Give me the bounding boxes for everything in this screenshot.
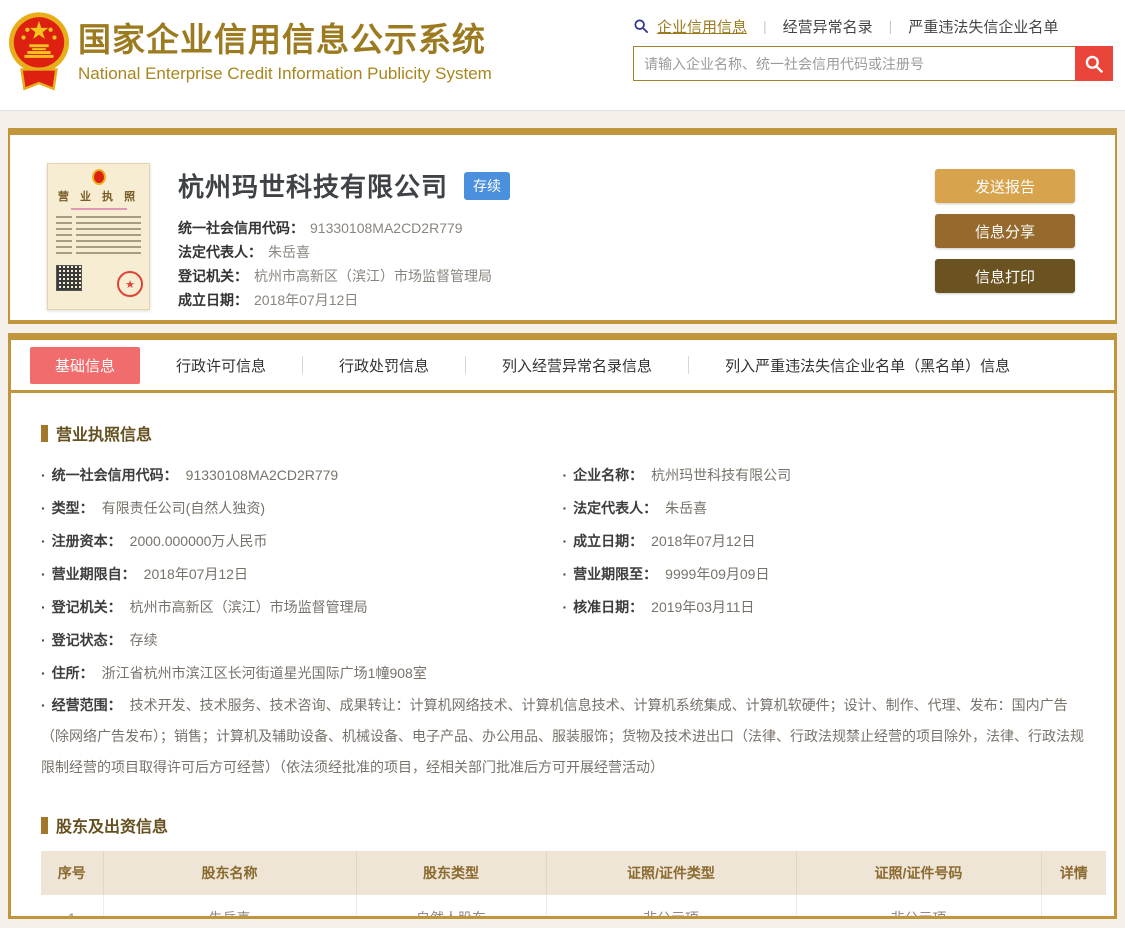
table-row: 1 朱岳喜 自然人股东 非公示项 非公示项 — [41, 895, 1106, 916]
print-info-button[interactable]: 信息打印 — [935, 259, 1075, 293]
company-info-block: 杭州玛世科技有限公司 存续 统一社会信用代码： 91330108MA2CD2R77… — [178, 163, 935, 320]
col-cert-type: 证照/证件类型 — [546, 851, 797, 895]
license-text-line — [56, 222, 141, 224]
header-right: 企业信用信息 | 经营异常名录 | 严重违法失信企业名单 — [633, 9, 1113, 110]
col-seq: 序号 — [41, 851, 104, 895]
tab-administrative-license[interactable]: 行政许可信息 — [140, 355, 302, 376]
col-shareholder-type: 股东类型 — [356, 851, 547, 895]
section-marker — [41, 816, 48, 834]
license-text-line — [56, 234, 141, 236]
shareholder-section: 股东及出资信息 序号 股东名称 股东类型 证照/证件类型 证照/证件号码 详情 — [41, 813, 1106, 916]
field-term-to: 营业期限至：9999年09月09日 — [563, 558, 1085, 591]
cell-seq: 1 — [41, 895, 104, 916]
site-title-block: 国家企业信用信息公示系统 National Enterprise Credit … — [78, 9, 492, 110]
company-name: 杭州玛世科技有限公司 — [178, 172, 449, 202]
license-info-section-header: 营业执照信息 — [41, 421, 1084, 445]
send-report-button[interactable]: 发送报告 — [935, 169, 1075, 203]
license-qr-code — [56, 265, 82, 291]
site-title: 国家企业信用信息公示系统 — [78, 21, 486, 58]
nav-enterprise-credit-info[interactable]: 企业信用信息 — [657, 16, 747, 37]
detail-card: 基础信息 行政许可信息 行政处罚信息 列入经营异常名录信息 列入严重违法失信企业… — [8, 333, 1117, 919]
nav-abnormal-operations-list[interactable]: 经营异常名录 — [783, 16, 873, 37]
col-cert-number: 证照/证件号码 — [796, 851, 1042, 895]
table-header-row: 序号 股东名称 股东类型 证照/证件类型 证照/证件号码 详情 — [41, 851, 1106, 895]
field-legal-rep: 法定代表人：朱岳喜 — [563, 492, 1085, 525]
summary-field-registration-authority: 登记机关： 杭州市高新区（滨江）市场监督管理局 — [178, 268, 492, 284]
summary-field-legal-rep: 法定代表人： 朱岳喜 — [178, 244, 310, 260]
share-info-button[interactable]: 信息分享 — [935, 214, 1075, 248]
company-summary-card: 营 业 执 照 ★ 杭州玛世科技有限公司 存续 统一社会信用代码： 9133010… — [8, 128, 1117, 324]
field-registration-status: 登记状态：存续 — [41, 624, 563, 657]
summary-field-credit-code: 统一社会信用代码： 91330108MA2CD2R779 — [178, 220, 463, 236]
site-subtitle: National Enterprise Credit Information P… — [78, 64, 492, 83]
nav-separator: | — [763, 18, 767, 34]
cell-cert-type: 非公示项 — [546, 895, 797, 916]
license-thumb-title: 营 业 执 照 — [57, 191, 140, 203]
summary-field-establish-date: 成立日期： 2018年07月12日 — [178, 292, 359, 308]
tab-administrative-penalty[interactable]: 行政处罚信息 — [303, 355, 465, 376]
cell-cert-number: 非公示项 — [796, 895, 1042, 916]
status-badge: 存续 — [464, 171, 511, 200]
fields-left-column: 统一社会信用代码：91330108MA2CD2R779 类型：有限责任公司(自然… — [41, 459, 563, 657]
site-header: 国家企业信用信息公示系统 National Enterprise Credit … — [0, 0, 1125, 111]
cell-shareholder-name: 朱岳喜 — [103, 895, 357, 916]
tab-bar: 基础信息 行政许可信息 行政处罚信息 列入经营异常名录信息 列入严重违法失信企业… — [11, 340, 1114, 393]
cell-detail — [1041, 895, 1106, 916]
col-shareholder-name: 股东名称 — [103, 851, 357, 895]
license-text-line — [56, 228, 141, 230]
cell-shareholder-type: 自然人股东 — [356, 895, 547, 916]
shareholder-table: 序号 股东名称 股东类型 证照/证件类型 证照/证件号码 详情 1 朱岳喜 自然… — [41, 851, 1106, 916]
basic-info-content: 营业执照信息 统一社会信用代码：91330108MA2CD2R779 类型：有限… — [11, 393, 1114, 916]
search-button[interactable] — [1075, 46, 1113, 81]
field-establish-date: 成立日期：2018年07月12日 — [563, 525, 1085, 558]
tab-blacklist[interactable]: 列入严重违法失信企业名单（黑名单）信息 — [689, 355, 1046, 376]
section-marker — [41, 424, 48, 442]
license-text-line — [56, 246, 141, 248]
col-detail: 详情 — [1041, 851, 1106, 895]
search-input[interactable] — [633, 46, 1075, 81]
fields-right-column: 企业名称：杭州玛世科技有限公司 法定代表人：朱岳喜 成立日期：2018年07月1… — [563, 459, 1085, 657]
business-license-thumbnail[interactable]: 营 业 执 照 ★ — [47, 163, 150, 310]
field-company-type: 类型：有限责任公司(自然人独资) — [41, 492, 563, 525]
license-subline — [70, 208, 127, 210]
search-icon — [1085, 55, 1104, 73]
field-registered-capital: 注册资本：2000.000000万人民币 — [41, 525, 563, 558]
field-company-name: 企业名称：杭州玛世科技有限公司 — [563, 459, 1085, 492]
tab-basic-info[interactable]: 基础信息 — [30, 346, 141, 384]
shareholder-section-header: 股东及出资信息 — [41, 813, 1084, 837]
license-info-fields: 统一社会信用代码：91330108MA2CD2R779 类型：有限责任公司(自然… — [41, 459, 1084, 657]
field-business-scope: 经营范围：技术开发、技术服务、技术咨询、成果转让：计算机网络技术、计算机信息技术… — [41, 690, 1084, 783]
section-title: 营业执照信息 — [56, 427, 153, 444]
search-bar — [633, 46, 1113, 81]
license-text-line — [56, 252, 141, 254]
nav-serious-violation-list[interactable]: 严重违法失信企业名单 — [908, 16, 1058, 37]
national-emblem-logo — [8, 12, 70, 91]
field-term-from: 营业期限自：2018年07月12日 — [41, 558, 563, 591]
field-credit-code: 统一社会信用代码：91330108MA2CD2R779 — [41, 459, 563, 492]
action-buttons: 发送报告 信息分享 信息打印 — [935, 163, 1075, 320]
license-text-line — [56, 216, 141, 218]
top-nav: 企业信用信息 | 经营异常名录 | 严重违法失信企业名单 — [633, 14, 1113, 38]
field-address: 住所：浙江省杭州市滨江区长河街道星光国际广场1幢908室 — [41, 657, 1084, 690]
field-approval-date: 核准日期：2019年03月11日 — [563, 591, 1085, 624]
license-text-line — [56, 240, 141, 242]
section-title: 股东及出资信息 — [56, 819, 169, 836]
license-red-seal: ★ — [117, 271, 143, 297]
tab-abnormal-operations[interactable]: 列入经营异常名录信息 — [466, 355, 688, 376]
search-icon — [633, 18, 649, 34]
license-emblem-icon — [91, 169, 106, 185]
field-registration-authority: 登记机关：杭州市高新区（滨江）市场监督管理局 — [41, 591, 563, 624]
nav-separator: | — [888, 18, 893, 34]
